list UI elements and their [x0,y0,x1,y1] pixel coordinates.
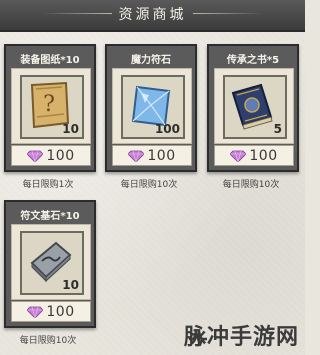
ancient-book-icon [231,83,273,130]
item-slot: ? 10 [11,68,91,144]
item-name: 传承之书*5 [226,55,280,66]
buy-button[interactable]: 100 [112,145,192,166]
item-quantity: 10 [62,278,79,292]
buy-button[interactable]: 100 [11,301,91,322]
shop-item-card[interactable]: 装备图纸*10 ? 10 100 [4,44,96,172]
svg-text:?: ? [43,92,55,117]
item-slot: 100 [112,68,192,144]
item-name: 符文基石*10 [20,211,80,222]
gem-icon [27,306,44,318]
buy-button[interactable]: 100 [214,145,294,166]
watermark-text: 脉冲手游网 [183,325,299,350]
gem-icon [128,150,145,162]
shop-title: 资源商城 [118,7,187,23]
item-icon-frame: 10 [20,231,84,295]
shop-item-card[interactable]: 魔力符石 100 100 [105,44,197,172]
item-quantity: 100 [154,122,180,136]
price-value: 100 [147,147,176,164]
item-slot: 10 [11,224,91,300]
item-name: 魔力符石 [131,55,171,66]
item-quantity: 5 [273,122,282,136]
price-value: 100 [249,147,278,164]
shop-item-card[interactable]: 传承之书*5 5 100 [207,44,299,172]
item-icon-frame: 100 [121,75,185,139]
purchase-limit: 每日限购1次 [22,180,74,190]
shop-item-card[interactable]: 符文基石*10 10 100 [4,200,96,328]
price-value: 100 [46,147,75,164]
purchase-limit: 每日限购10次 [120,180,178,190]
gem-icon [27,150,44,162]
buy-button[interactable]: 100 [11,145,91,166]
item-name: 装备图纸*10 [20,55,80,66]
shop-header: 资源商城 [0,0,305,32]
item-slot: 5 [214,68,294,144]
price-value: 100 [46,303,75,320]
purchase-limit: 每日限购10次 [222,180,280,190]
item-icon-frame: 5 [223,75,287,139]
gem-icon [230,150,247,162]
purchase-limit: 每日限购10次 [19,336,77,346]
item-quantity: 10 [62,122,79,136]
item-icon-frame: ? 10 [20,75,84,139]
